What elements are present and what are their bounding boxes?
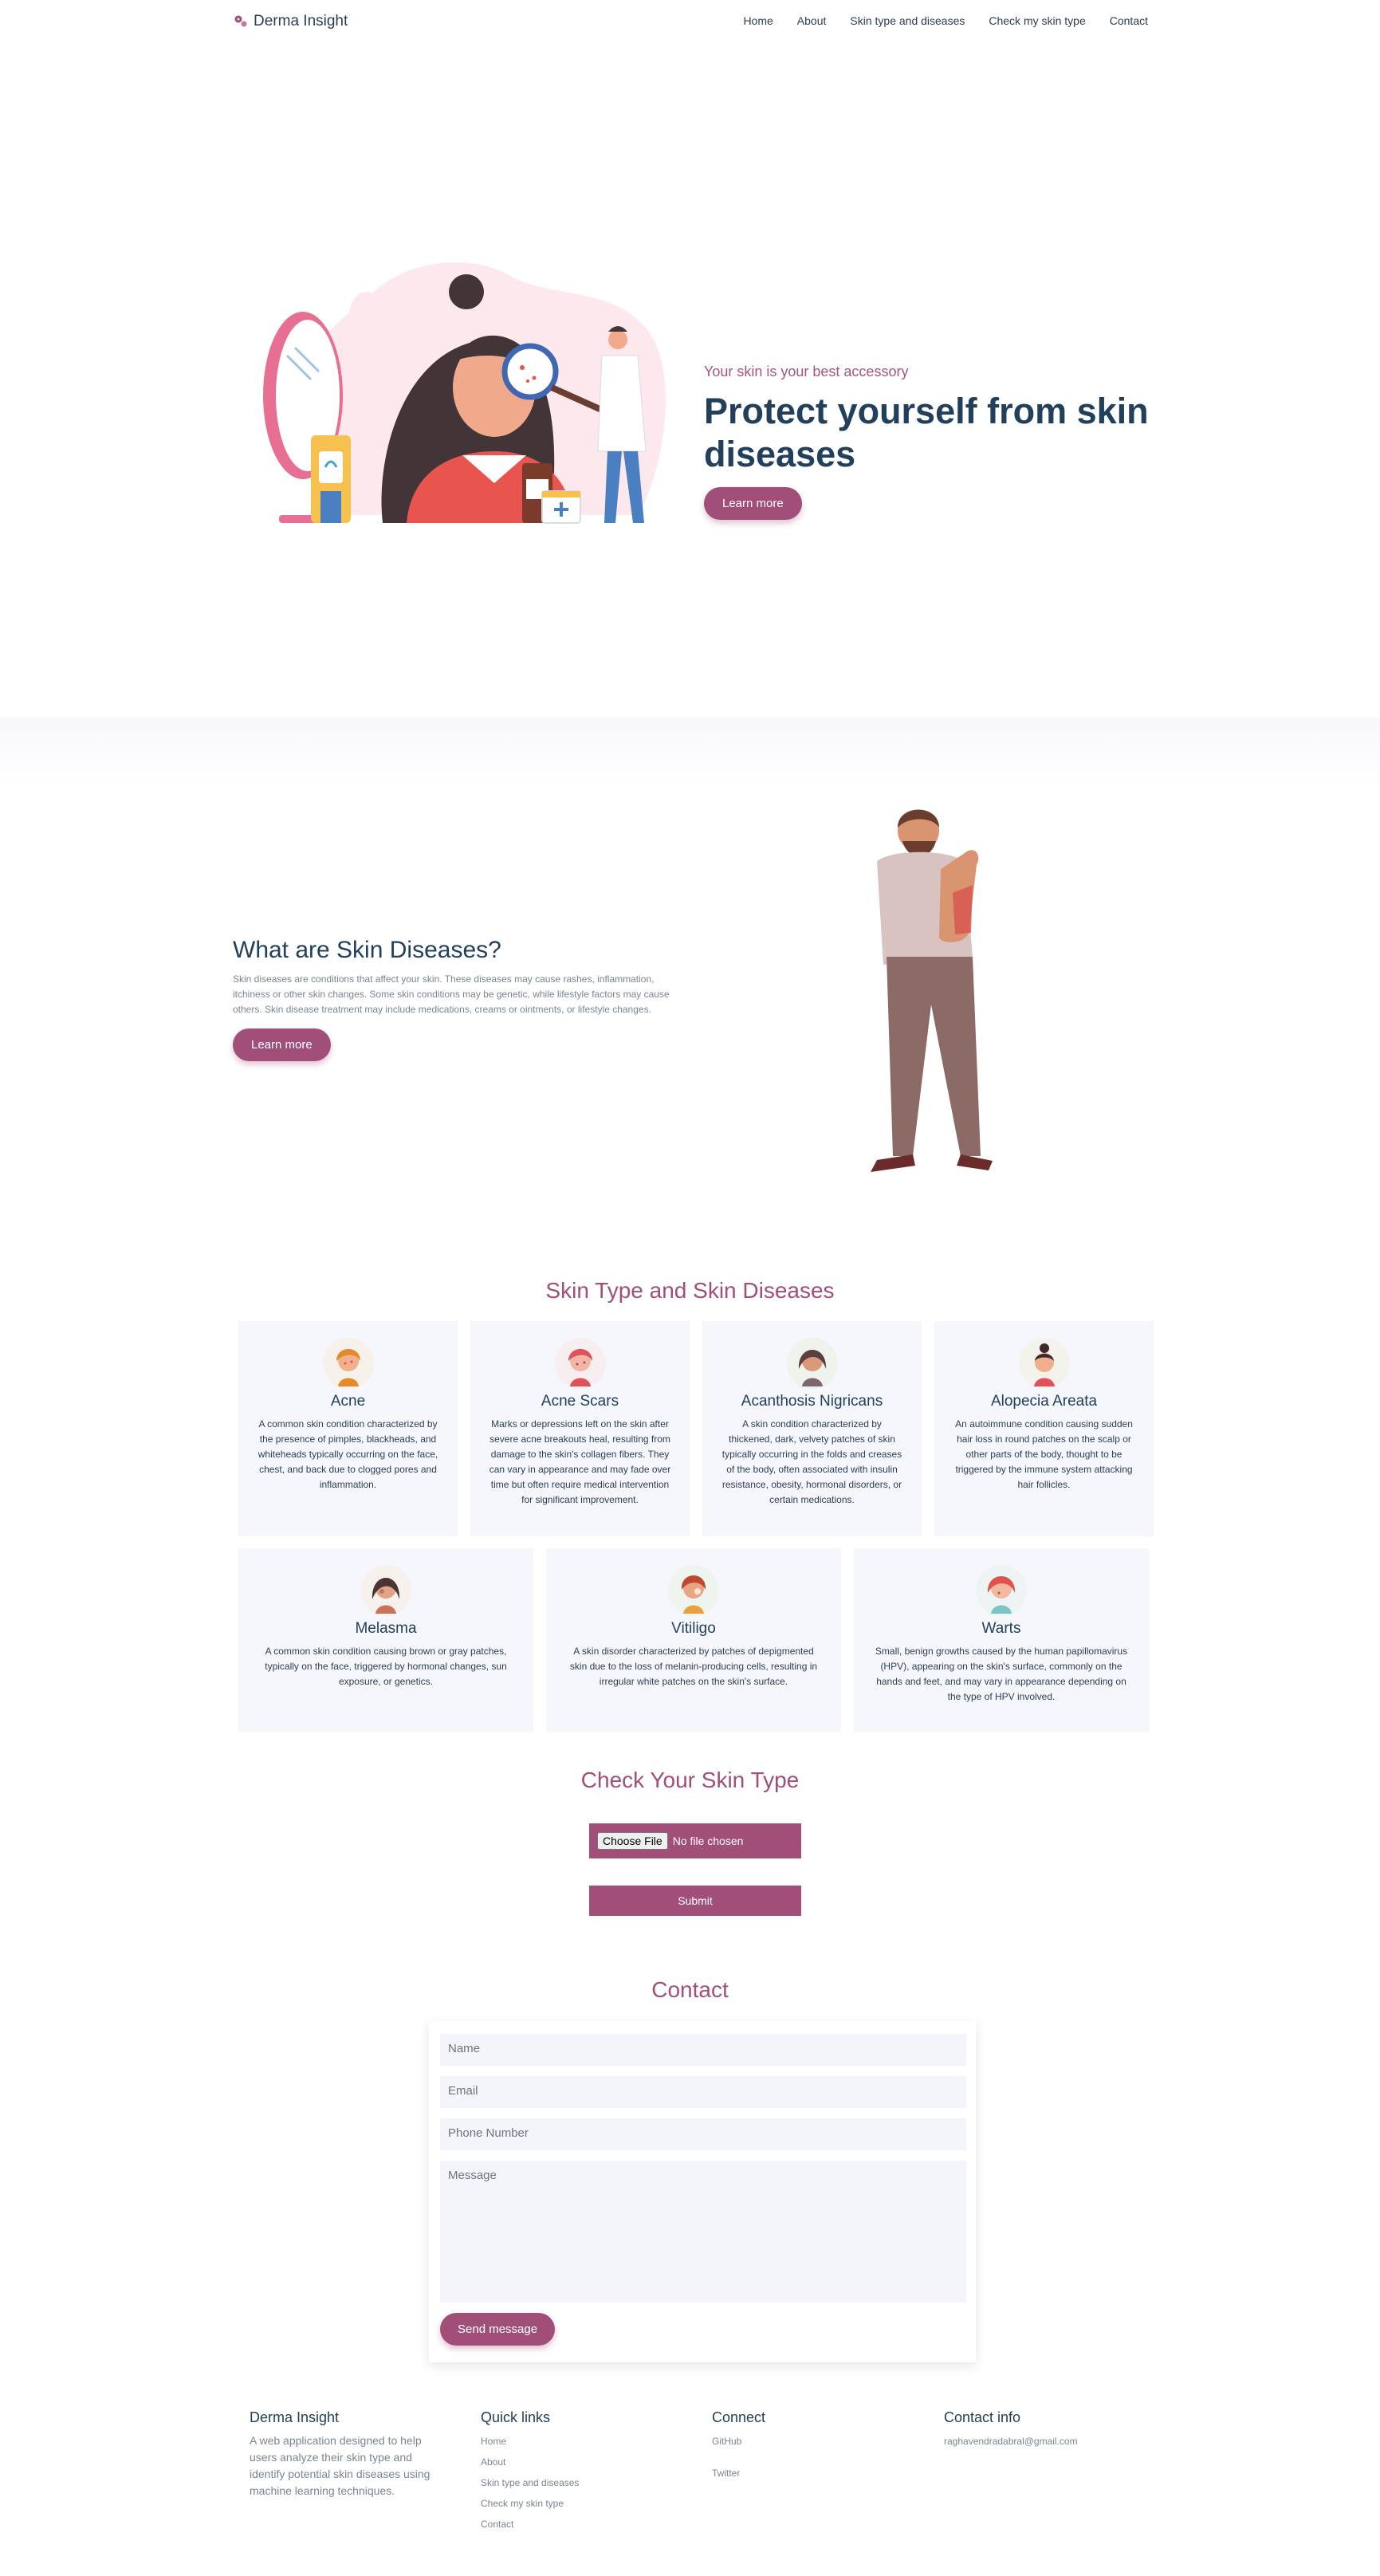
phone-field[interactable]: Phone Number <box>440 2118 966 2150</box>
card-title: Vitiligo <box>671 1620 716 1637</box>
virus-logo-icon <box>233 14 249 29</box>
card-title: Acanthosis Nigricans <box>741 1393 883 1410</box>
email-field[interactable]: Email <box>440 2076 966 2108</box>
skin-types-title: Skin Type and Skin Diseases <box>545 1278 835 1303</box>
card-desc: A common skin condition causing brown or… <box>265 1646 507 1687</box>
message-field[interactable]: Message <box>440 2161 966 2303</box>
card-desc: Small, benign growths caused by the huma… <box>875 1646 1128 1702</box>
send-message-button[interactable]: Send message <box>440 2313 556 2346</box>
about-text: What are Skin Diseases? Skin diseases ar… <box>233 937 679 1061</box>
no-file-label: No file chosen <box>672 1835 744 1847</box>
card-desc: A skin condition characterized by thicke… <box>721 1418 902 1505</box>
choose-file-button[interactable]: Choose File <box>597 1832 668 1850</box>
footer-about: Derma Insight A web application designed… <box>250 2409 433 2499</box>
melasma-avatar-icon <box>360 1564 412 1617</box>
submit-button[interactable]: Submit <box>589 1886 801 1916</box>
skin-card-acne: Acne A common skin condition characteriz… <box>238 1321 458 1536</box>
card-title: Melasma <box>355 1620 417 1637</box>
card-title: Acne Scars <box>541 1393 619 1410</box>
footer-link-skin-types[interactable]: Skin type and diseases <box>481 2477 579 2488</box>
about-body: Skin diseases are conditions that affect… <box>233 973 670 1015</box>
nav-link-check-skin[interactable]: Check my skin type <box>989 14 1085 27</box>
navbar: Derma Insight Home About Skin type and d… <box>0 0 1380 46</box>
footer-link-contact[interactable]: Contact <box>481 2519 579 2530</box>
footer-quick-heading: Quick links <box>481 2409 551 2425</box>
footer-contact-info: Contact info raghavendradabral@gmail.com <box>944 2409 1078 2447</box>
nav-link-contact[interactable]: Contact <box>1110 14 1148 27</box>
card-desc: A common skin condition characterized by… <box>258 1418 438 1490</box>
hero-learn-more-button[interactable]: Learn more <box>704 487 802 520</box>
skin-card-alopecia-areata: Alopecia Areata An autoimmune condition … <box>934 1321 1154 1536</box>
acne-scars-avatar-icon <box>554 1337 607 1390</box>
hero-text: Your skin is your best accessory Protect… <box>704 364 1158 520</box>
file-upload-field[interactable]: Choose File No file chosen <box>589 1823 801 1858</box>
about-section: What are Skin Diseases? Skin diseases ar… <box>0 718 1380 1228</box>
card-desc: An autoimmune condition causing sudden h… <box>955 1418 1133 1490</box>
footer-connect: Connect GitHub Twitter <box>712 2409 765 2479</box>
page: Derma Insight Home About Skin type and d… <box>0 0 1380 2576</box>
footer-link-twitter[interactable]: Twitter <box>712 2468 765 2479</box>
hero-title: Protect yourself from skin diseases <box>704 391 1149 474</box>
vitiligo-avatar-icon <box>667 1564 720 1617</box>
brand-name: Derma Insight <box>254 13 348 29</box>
footer-connect-heading: Connect <box>712 2409 766 2425</box>
card-title: Acne <box>330 1393 366 1410</box>
contact-title: Contact <box>651 1977 729 2002</box>
skin-cards-row-1: Acne A common skin condition characteriz… <box>238 1321 1154 1536</box>
nav-link-skin-types[interactable]: Skin type and diseases <box>850 14 965 27</box>
hero-section: Your skin is your best accessory Protect… <box>0 46 1380 718</box>
nav-links: Home About Skin type and diseases Check … <box>743 14 1148 27</box>
card-title: Alopecia Areata <box>990 1393 1098 1410</box>
footer-about-heading: Derma Insight <box>250 2409 340 2425</box>
nav-link-about[interactable]: About <box>797 14 827 27</box>
skin-card-acne-scars: Acne Scars Marks or depressions left on … <box>470 1321 690 1536</box>
card-title: Warts <box>981 1620 1021 1637</box>
hero-illustration <box>247 252 670 531</box>
skin-cards-row-2: Melasma A common skin condition causing … <box>238 1548 1149 1732</box>
footer-quick-links: Quick links Home About Skin type and dis… <box>481 2409 579 2530</box>
acne-avatar-icon <box>322 1337 375 1390</box>
nav-link-home[interactable]: Home <box>743 14 773 27</box>
footer-email[interactable]: raghavendradabral@gmail.com <box>944 2436 1078 2447</box>
brand[interactable]: Derma Insight <box>233 13 348 30</box>
footer-about-text: A web application designed to help users… <box>250 2434 431 2497</box>
footer-link-about[interactable]: About <box>481 2456 579 2468</box>
footer-link-check-skin[interactable]: Check my skin type <box>481 2498 579 2509</box>
about-learn-more-button[interactable]: Learn more <box>233 1028 331 1061</box>
skin-card-warts: Warts Small, benign growths caused by th… <box>854 1548 1149 1732</box>
about-title: What are Skin Diseases? <box>233 937 501 963</box>
acanthosis-avatar-icon <box>786 1337 839 1390</box>
skin-card-acanthosis-nigricans: Acanthosis Nigricans A skin condition ch… <box>702 1321 922 1536</box>
warts-avatar-icon <box>975 1564 1028 1617</box>
card-desc: A skin disorder characterized by patches… <box>569 1646 818 1687</box>
card-desc: Marks or depressions left on the skin af… <box>489 1418 671 1505</box>
check-skin-title: Check Your Skin Type <box>580 1768 800 1792</box>
name-field[interactable]: Name <box>440 2034 966 2066</box>
contact-form: Name Email Phone Number Message Send mes… <box>429 2021 976 2362</box>
skin-card-vitiligo: Vitiligo A skin disorder characterized b… <box>546 1548 841 1732</box>
skin-card-melasma: Melasma A common skin condition causing … <box>238 1548 533 1732</box>
alopecia-avatar-icon <box>1018 1337 1071 1390</box>
man-with-rash-illustration <box>845 797 1020 1174</box>
footer-link-github[interactable]: GitHub <box>712 2436 765 2447</box>
hero-kicker: Your skin is your best accessory <box>704 364 909 380</box>
footer-info-heading: Contact info <box>944 2409 1021 2425</box>
footer-link-home[interactable]: Home <box>481 2436 579 2447</box>
